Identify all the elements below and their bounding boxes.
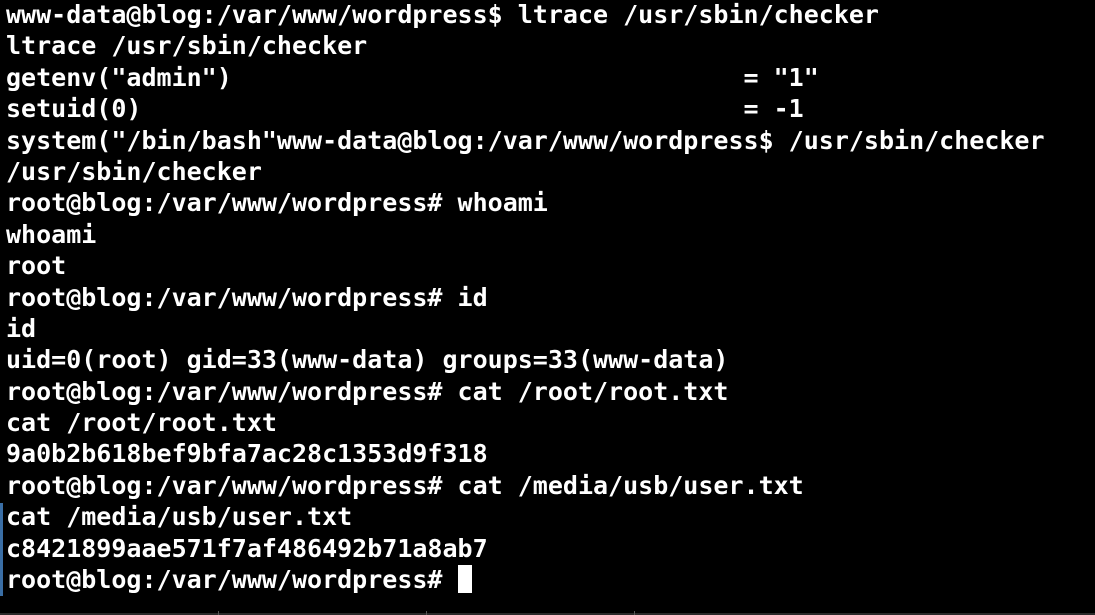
terminal-line: root: [6, 251, 67, 281]
terminal-line: ltrace /usr/sbin/checker: [6, 31, 368, 61]
shell-prompt: root@blog:/var/www/wordpress#: [6, 565, 458, 595]
terminal-line: c8421899aae571f7af486492b71a8ab7: [6, 533, 488, 563]
terminal-line: cat /media/usb/user.txt: [6, 502, 353, 532]
terminal-line: www-data@blog:/var/www/wordpress$ ltrace…: [6, 0, 879, 29]
terminal-line: cat /root/root.txt: [6, 408, 277, 438]
terminal-line: root@blog:/var/www/wordpress# cat /root/…: [6, 376, 729, 406]
terminal-line: whoami: [6, 219, 97, 249]
terminal-line: system("/bin/bash"www-data@blog:/var/www…: [6, 125, 1045, 155]
text-cursor: [457, 565, 472, 594]
terminal-line: setuid(0) = -1: [6, 94, 804, 124]
selection-marker: [0, 503, 3, 596]
terminal-window[interactable]: www-data@blog:/var/www/wordpress$ ltrace…: [0, 0, 1095, 615]
terminal-line: id: [6, 313, 37, 343]
terminal-line: root@blog:/var/www/wordpress# cat /media…: [6, 470, 804, 500]
terminal-line: /usr/sbin/checker: [6, 156, 262, 186]
terminal-line: root@blog:/var/www/wordpress# id: [6, 282, 488, 312]
terminal-line: uid=0(root) gid=33(www-data) groups=33(w…: [6, 345, 729, 375]
prompt-line[interactable]: root@blog:/var/www/wordpress#: [6, 564, 1095, 595]
terminal-line: getenv("admin") = "1": [6, 62, 819, 92]
terminal-line: 9a0b2b618bef9bfa7ac28c1353d9f318: [6, 439, 488, 469]
terminal-output: www-data@blog:/var/www/wordpress$ ltrace…: [6, 0, 1095, 595]
terminal-line: root@blog:/var/www/wordpress# whoami: [6, 188, 548, 218]
